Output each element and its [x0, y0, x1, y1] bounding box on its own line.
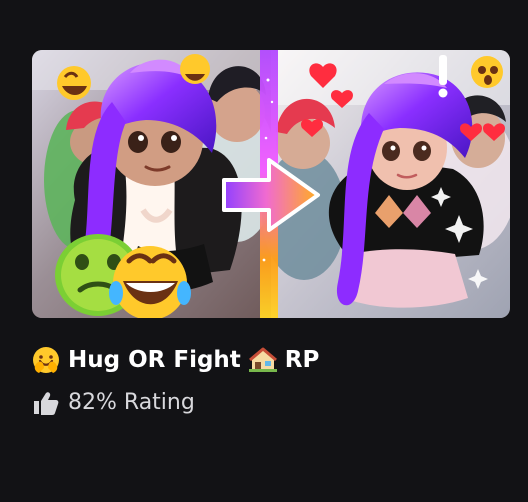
game-title-row[interactable]: Hug OR Fight RP — [32, 342, 319, 378]
game-rating: 82% Rating — [32, 388, 195, 418]
game-card[interactable]: Hug OR Fight RP 82% Rating — [32, 50, 510, 450]
game-thumbnail[interactable] — [32, 50, 510, 318]
thumbs-up-icon — [32, 389, 60, 417]
game-title[interactable]: Hug OR Fight — [68, 348, 241, 372]
game-title-suffix[interactable]: RP — [285, 348, 320, 372]
house-icon — [248, 346, 277, 374]
rating-text: 82% Rating — [68, 390, 195, 415]
hugging-face-icon — [32, 346, 60, 374]
thumbnail-image — [32, 50, 510, 318]
